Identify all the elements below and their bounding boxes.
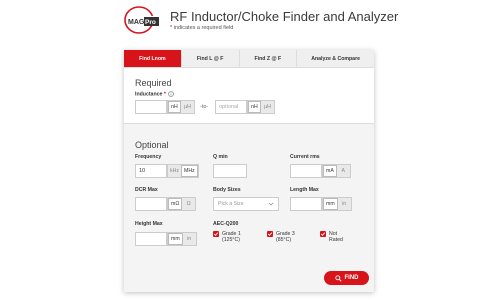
inductance-max-input[interactable]: optional <box>215 100 247 114</box>
inductance-min-units: nH µH <box>167 100 195 114</box>
unit-in[interactable]: in <box>338 198 351 210</box>
height-units: mm in <box>167 232 197 246</box>
aec-q200-label: AEC-Q200 <box>213 221 239 227</box>
info-icon[interactable] <box>168 91 175 97</box>
checkbox-checked-icon <box>320 231 326 237</box>
frequency-input[interactable]: 10 <box>135 164 167 178</box>
current-rms-label: Current rms <box>290 154 320 160</box>
search-icon <box>334 274 342 282</box>
body-sizes-placeholder: Pick a Size <box>218 201 244 207</box>
tab-find-l-at-f[interactable]: Find L @ F <box>182 50 240 67</box>
frequency-units: kHz MHz <box>167 164 199 178</box>
required-section: Required Inductance * nH µH -to- optiona… <box>124 68 374 123</box>
aec-option-label: Not Rated <box>329 231 343 243</box>
unit-nh[interactable]: nH <box>168 101 181 113</box>
unit-mohm[interactable]: mΩ <box>168 198 183 210</box>
svg-text:MAG: MAG <box>128 19 145 26</box>
aec-option-label: Grade 1 (125°C) <box>222 231 241 243</box>
page-title: RF Inductor/Choke Finder and Analyzer <box>170 9 399 24</box>
height-max-label: Height Max <box>135 221 163 227</box>
tab-find-z-at-f[interactable]: Find Z @ F <box>240 50 298 67</box>
unit-uh[interactable]: µH <box>181 101 194 113</box>
aec-option-label: Grade 3 (85°C) <box>276 231 295 243</box>
inductance-label: Inductance * <box>135 91 175 98</box>
magpro-logo: MAG Pro <box>124 6 160 34</box>
unit-nh[interactable]: nH <box>248 101 261 113</box>
required-star: * <box>170 25 173 31</box>
dcr-max-label: DCR Max <box>135 187 158 193</box>
q-min-input[interactable] <box>213 164 247 178</box>
chevron-down-icon <box>268 202 274 206</box>
find-button-label: FIND <box>344 275 359 281</box>
tab-analyze-compare[interactable]: Analyze & Compare <box>297 50 374 67</box>
inductance-min-input[interactable] <box>135 100 167 114</box>
checkbox-checked-icon <box>267 231 273 237</box>
length-max-input[interactable] <box>290 197 322 211</box>
unit-mhz[interactable]: MHz <box>181 165 198 177</box>
inductance-label-text: Inductance <box>135 91 163 98</box>
q-min-label: Q min <box>213 154 228 160</box>
find-button[interactable]: FIND <box>324 271 369 285</box>
optional-title: Optional <box>135 140 169 150</box>
current-units: mA A <box>322 164 351 178</box>
unit-khz[interactable]: kHz <box>168 165 181 177</box>
required-title: Required <box>135 78 172 88</box>
height-max-input[interactable] <box>135 232 167 246</box>
svg-text:Pro: Pro <box>145 19 156 26</box>
body-sizes-label: Body Sizes <box>213 187 241 193</box>
required-star: * <box>163 91 166 98</box>
unit-in[interactable]: in <box>183 233 196 245</box>
app-header: MAG Pro RF Inductor/Choke Finder and Ana… <box>124 6 398 36</box>
body-sizes-select[interactable]: Pick a Size <box>213 197 279 211</box>
required-note-text: indicates a required field <box>173 25 234 31</box>
unit-mm[interactable]: mm <box>168 233 183 245</box>
dcr-max-input[interactable] <box>135 197 167 211</box>
dcr-units: mΩ Ω <box>167 197 197 211</box>
current-rms-input[interactable] <box>290 164 322 178</box>
optional-section: Optional Frequency 10 kHz MHz Q min Curr… <box>124 123 374 292</box>
checkbox-checked-icon <box>213 231 219 237</box>
tab-bar: Find Lnom Find L @ F Find Z @ F Analyze … <box>124 50 374 68</box>
unit-a[interactable]: A <box>337 165 350 177</box>
required-note: * indicates a required field <box>170 25 233 31</box>
frequency-label: Frequency <box>135 154 162 160</box>
unit-mm[interactable]: mm <box>323 198 338 210</box>
unit-uh[interactable]: µH <box>261 101 274 113</box>
length-max-label: Length Max <box>290 187 319 193</box>
range-separator: -to- <box>200 104 209 110</box>
inductance-max-units: nH µH <box>247 100 275 114</box>
length-units: mm in <box>322 197 352 211</box>
tab-find-lnom[interactable]: Find Lnom <box>124 50 182 67</box>
unit-ohm[interactable]: Ω <box>182 198 195 210</box>
unit-ma[interactable]: mA <box>323 165 337 177</box>
finder-panel: Find Lnom Find L @ F Find Z @ F Analyze … <box>124 50 374 292</box>
